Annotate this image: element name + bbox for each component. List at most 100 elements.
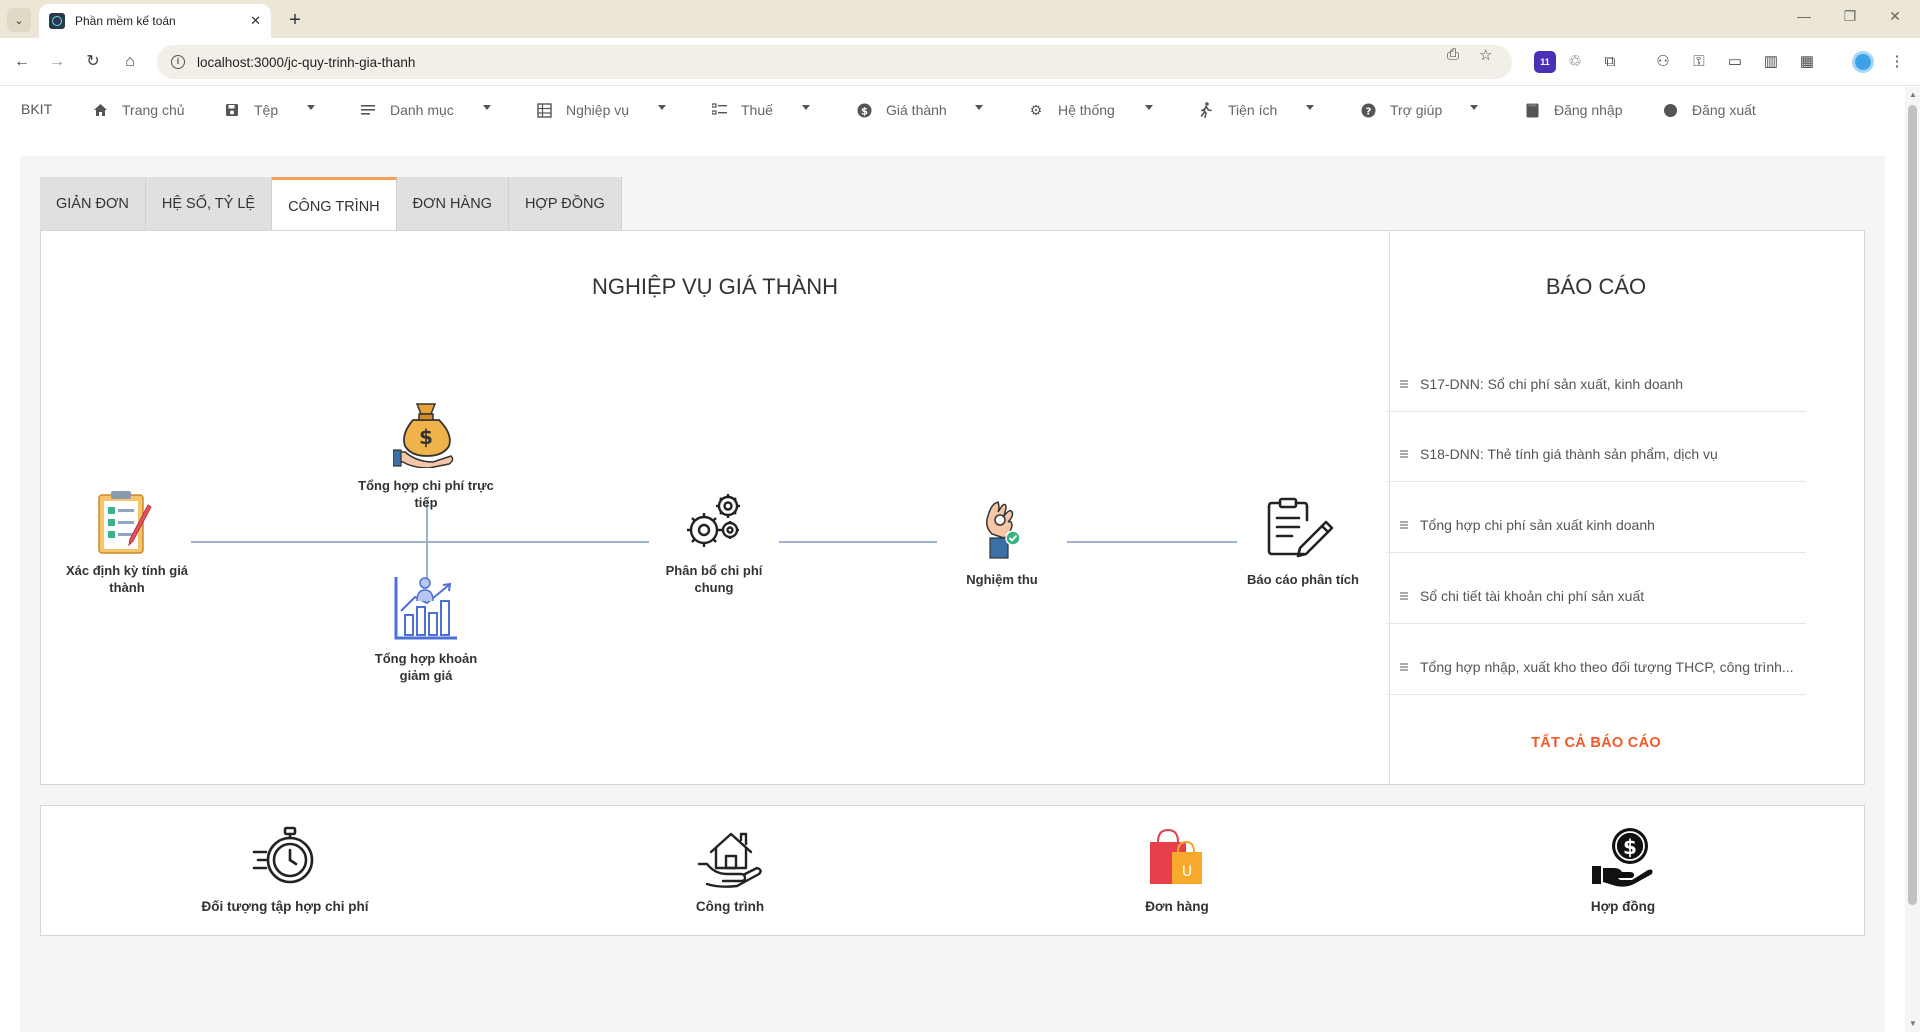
close-window-icon[interactable]: ✕ — [1880, 8, 1910, 25]
tab-order[interactable]: ĐƠN HÀNG — [396, 177, 509, 230]
list-icon — [360, 102, 376, 118]
all-reports-link[interactable]: TẤT CẢ BÁO CÁO — [1386, 735, 1806, 751]
process-title: NGHIỆP VỤ GIÁ THÀNH — [591, 274, 839, 299]
address-bar[interactable]: i localhost:3000/jc-quy-trinh-gia-thanh — [157, 45, 1512, 79]
tab-simple[interactable]: GIẢN ĐƠN — [40, 177, 146, 230]
extension-recycle-icon[interactable]: ♲ — [1564, 51, 1586, 73]
node-register-label[interactable]: Xác định kỳ tính giá thành — [57, 562, 197, 596]
tab-coefficient[interactable]: HỆ SỐ, TỶ LỆ — [145, 177, 273, 230]
home-browser-icon[interactable]: ⌂ — [118, 50, 142, 74]
flow-connector — [426, 500, 428, 582]
extension-badge-icon[interactable]: 11 — [1534, 51, 1556, 73]
save-icon — [224, 102, 240, 118]
browser-tab[interactable]: Phần mềm kế toán ✕ — [39, 4, 271, 38]
shortcut-label: Công trình — [695, 899, 765, 914]
menu-label: Nghiệp vụ — [566, 102, 630, 118]
chevron-down-icon[interactable] — [658, 105, 666, 110]
tab-search-dropdown-icon[interactable]: ⌄ — [7, 8, 31, 32]
menu-label: Trợ giúp — [1390, 102, 1443, 118]
minimize-icon[interactable]: — — [1789, 8, 1819, 24]
reload-icon[interactable]: ↻ — [81, 50, 105, 74]
menu-label: Danh mục — [390, 102, 454, 118]
menu-cost[interactable]: $ Giá thành — [856, 100, 947, 120]
menu-catalog[interactable]: Danh mục — [360, 100, 454, 120]
checklist-icon — [711, 102, 727, 118]
restore-icon[interactable]: ❐ — [1835, 8, 1865, 25]
node-allocate-label[interactable]: Phân bổ chi phí chung — [660, 562, 768, 596]
menu-logout[interactable]: Đăng xuất — [1662, 100, 1756, 120]
shortcut-order[interactable]: U Đơn hàng — [1117, 826, 1237, 957]
new-tab-icon[interactable]: + — [283, 8, 307, 32]
browser-menu-icon[interactable]: ⋮ — [1886, 51, 1908, 73]
close-tab-icon[interactable]: ✕ — [250, 13, 261, 29]
menu-system[interactable]: ⚙ Hệ thống — [1028, 100, 1115, 120]
forward-icon[interactable]: → — [45, 50, 69, 74]
shortcut-cost-object[interactable]: Đối tượng tập hợp chi phí — [200, 826, 370, 957]
site-info-icon[interactable]: i — [171, 55, 185, 69]
scroll-down-icon[interactable]: ▼ — [1909, 1019, 1917, 1028]
shopping-bags-icon: U — [1144, 826, 1210, 893]
report-item-label: Tổng hợp chi phí sản xuất kinh doanh — [1420, 516, 1655, 533]
money-bag-hand-icon[interactable]: $ — [392, 400, 459, 473]
list-bullet-icon — [1400, 379, 1408, 388]
extensions-puzzle-icon[interactable]: ⧉ — [1599, 51, 1621, 73]
report-item[interactable]: S18-DNN: Thẻ tính giá thành sản phẩm, dị… — [1386, 426, 1806, 482]
menu-file[interactable]: Tệp — [224, 100, 278, 120]
shortcut-label: Đối tượng tập hợp chi phí — [201, 899, 369, 914]
menu-tax[interactable]: Thuế — [711, 100, 773, 120]
url-text: localhost:3000/jc-quy-trinh-gia-thanh — [197, 54, 416, 70]
chevron-down-icon[interactable] — [1306, 105, 1314, 110]
chevron-down-icon[interactable] — [483, 105, 491, 110]
node-report-label[interactable]: Báo cáo phân tích — [1238, 571, 1368, 588]
tab-layout-icon[interactable]: ▦ — [1796, 51, 1818, 73]
report-item[interactable]: Sổ chi tiết tài khoản chi phí sản xuất — [1386, 568, 1806, 624]
logout-icon — [1662, 102, 1678, 118]
chevron-down-icon[interactable] — [975, 105, 983, 110]
reading-mode-icon[interactable]: ▥ — [1760, 51, 1782, 73]
incognito-icon[interactable]: ⚇ — [1652, 51, 1674, 73]
scroll-up-icon[interactable]: ▲ — [1909, 90, 1917, 99]
scrollbar-thumb[interactable] — [1908, 105, 1917, 905]
bar-chart-person-icon[interactable] — [393, 575, 459, 646]
install-app-icon[interactable]: ⎙ — [1447, 46, 1459, 63]
back-icon[interactable]: ← — [10, 50, 34, 74]
home-icon — [92, 102, 108, 118]
chevron-down-icon[interactable] — [307, 105, 315, 110]
shortcut-construction[interactable]: Công trình — [670, 826, 790, 957]
chevron-down-icon[interactable] — [1470, 105, 1478, 110]
menu-label: Tệp — [254, 102, 279, 118]
login-icon — [1524, 102, 1540, 118]
node-discount-label[interactable]: Tổng hợp khoản giảm giá — [368, 650, 484, 684]
walking-icon — [1198, 102, 1214, 118]
chevron-down-icon[interactable] — [1145, 105, 1153, 110]
node-direct-cost-label[interactable]: Tổng hợp chi phí trực tiếp — [353, 477, 499, 511]
ok-hand-icon[interactable] — [980, 498, 1024, 567]
menu-help[interactable]: ? Trợ giúp — [1360, 100, 1442, 120]
clipboard-pen-icon[interactable] — [1266, 496, 1334, 567]
menu-login[interactable]: Đăng nhập — [1524, 100, 1623, 120]
shortcut-label: Hợp đồng — [1590, 899, 1656, 914]
svg-text:$: $ — [861, 106, 868, 117]
cost-method-tabs: GIẢN ĐƠN HỆ SỐ, TỶ LỆ CÔNG TRÌNH ĐƠN HÀN… — [40, 177, 622, 230]
clipboard-checklist-icon[interactable] — [95, 489, 155, 560]
report-item[interactable]: Tổng hợp nhập, xuất kho theo đối tượng T… — [1386, 639, 1806, 695]
menu-operations[interactable]: Nghiệp vụ — [536, 100, 629, 120]
gear-icon: ⚙ — [1029, 101, 1043, 118]
shortcut-contract[interactable]: $ Hợp đồng — [1563, 826, 1683, 957]
tab-contract[interactable]: HỢP ĐỒNG — [508, 177, 622, 230]
chevron-down-icon[interactable] — [802, 105, 810, 110]
menu-label: Tiện ích — [1228, 102, 1278, 118]
bookmark-star-icon[interactable]: ☆ — [1479, 46, 1492, 64]
report-item[interactable]: Tổng hợp chi phí sản xuất kinh doanh — [1386, 497, 1806, 553]
menu-utilities[interactable]: Tiện ích — [1198, 100, 1277, 120]
gears-icon[interactable] — [682, 490, 744, 557]
grid-icon — [536, 102, 552, 118]
brand-logo[interactable]: BKIT — [21, 101, 52, 117]
payment-card-icon[interactable]: ▭ — [1724, 51, 1746, 73]
node-acceptance-label[interactable]: Nghiệm thu — [952, 571, 1052, 588]
menu-home[interactable]: Trang chủ — [92, 100, 185, 120]
profile-avatar[interactable] — [1852, 51, 1874, 73]
tab-construction[interactable]: CÔNG TRÌNH — [272, 177, 397, 230]
password-key-icon[interactable]: ⚿ — [1688, 51, 1710, 73]
report-item[interactable]: S17-DNN: Sổ chi phí sản xuất, kinh doanh — [1386, 356, 1806, 412]
